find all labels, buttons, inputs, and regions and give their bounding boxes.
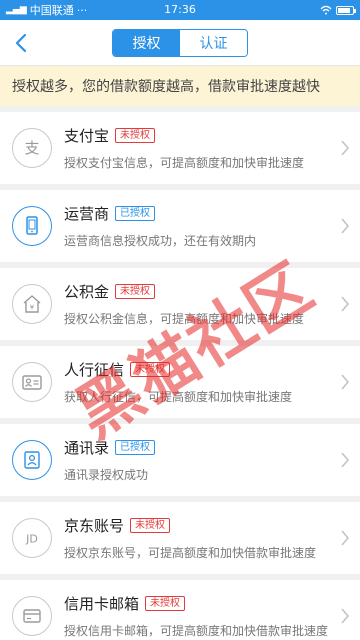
tab-authorize[interactable]: 授权 — [113, 29, 180, 56]
item-name: 支付宝 — [64, 127, 110, 145]
chevron-right-icon — [341, 140, 350, 156]
back-arrow-icon — [15, 33, 27, 53]
list-item-credit-report[interactable]: 人行征信 未授权 获取人行征信，可提高额度和加快审批速度 — [0, 346, 360, 418]
list-item-contacts[interactable]: 通讯录 已授权 通讯录授权成功 — [0, 424, 360, 496]
list-item-carrier[interactable]: 运营商 已授权 运营商信息授权成功，还在有效期内 — [0, 190, 360, 262]
item-description: 运营商信息授权成功，还在有效期内 — [64, 234, 257, 248]
item-name: 信用卡邮箱 — [64, 595, 140, 613]
status-badge: 已授权 — [115, 206, 156, 221]
phone-icon — [12, 206, 52, 246]
item-name: 运营商 — [64, 205, 110, 223]
status-badge: 已授权 — [115, 440, 156, 455]
chevron-right-icon — [341, 374, 350, 390]
item-description: 授权支付宝信息，可提高额度和加快审批速度 — [64, 156, 305, 170]
list-item-housing-fund[interactable]: ¥ 公积金 未授权 授权公积金信息，可提高额度和加快审批速度 — [0, 268, 360, 340]
list-item-alipay[interactable]: 支 支付宝 未授权 授权支付宝信息，可提高额度和加快审批速度 — [0, 112, 360, 184]
chevron-right-icon — [341, 218, 350, 234]
contacts-icon — [12, 440, 52, 480]
status-badge: 未授权 — [115, 128, 156, 143]
item-name: 人行征信 — [64, 361, 125, 379]
item-name: 通讯录 — [64, 439, 110, 457]
segmented-tabs: 授权 认证 — [112, 28, 248, 57]
item-description: 通讯录授权成功 — [64, 468, 149, 482]
chevron-right-icon — [341, 452, 350, 468]
notice-banner: 授权越多，您的借款额度越高，借款审批速度越快 — [0, 66, 360, 106]
clock: 17:36 — [164, 3, 196, 16]
svg-text:支: 支 — [24, 139, 39, 157]
authorization-list: 支 支付宝 未授权 授权支付宝信息，可提高额度和加快审批速度 运营商 已授权 运… — [0, 112, 360, 640]
battery-icon — [336, 5, 356, 15]
jd-icon: JD — [12, 518, 52, 558]
status-badge: 未授权 — [115, 284, 156, 299]
item-description: 获取人行征信，可提高额度和加快审批速度 — [64, 390, 293, 404]
back-button[interactable] — [6, 28, 36, 58]
list-item-jd-account[interactable]: JD 京东账号 未授权 授权京东账号，可提高额度和加快借款审批速度 — [0, 502, 360, 574]
item-description: 授权公积金信息，可提高额度和加快审批速度 — [64, 312, 305, 326]
id-card-icon — [12, 362, 52, 402]
status-badge: 未授权 — [145, 596, 186, 611]
status-bar: ▂▄▆ 中国联通 ··· 17:36 — [0, 0, 360, 20]
status-badge: 未授权 — [130, 362, 171, 377]
chevron-right-icon — [341, 608, 350, 624]
svg-text:¥: ¥ — [30, 304, 35, 312]
item-description: 授权信用卡邮箱，可提高额度和加快借款审批速度 — [64, 624, 329, 638]
credit-card-icon — [12, 596, 52, 636]
nav-bar: 授权 认证 — [0, 20, 360, 66]
list-item-credit-card-email[interactable]: 信用卡邮箱 未授权 授权信用卡邮箱，可提高额度和加快借款审批速度 — [0, 580, 360, 640]
item-name: 京东账号 — [64, 517, 125, 535]
item-name: 公积金 — [64, 283, 110, 301]
chevron-right-icon — [341, 530, 350, 546]
chevron-right-icon — [341, 296, 350, 312]
alipay-icon: 支 — [12, 128, 52, 168]
house-fund-icon: ¥ — [12, 284, 52, 324]
item-description: 授权京东账号，可提高额度和加快借款审批速度 — [64, 546, 317, 560]
svg-text:JD: JD — [25, 533, 38, 546]
tab-verify[interactable]: 认证 — [180, 29, 247, 56]
status-badge: 未授权 — [130, 518, 171, 533]
